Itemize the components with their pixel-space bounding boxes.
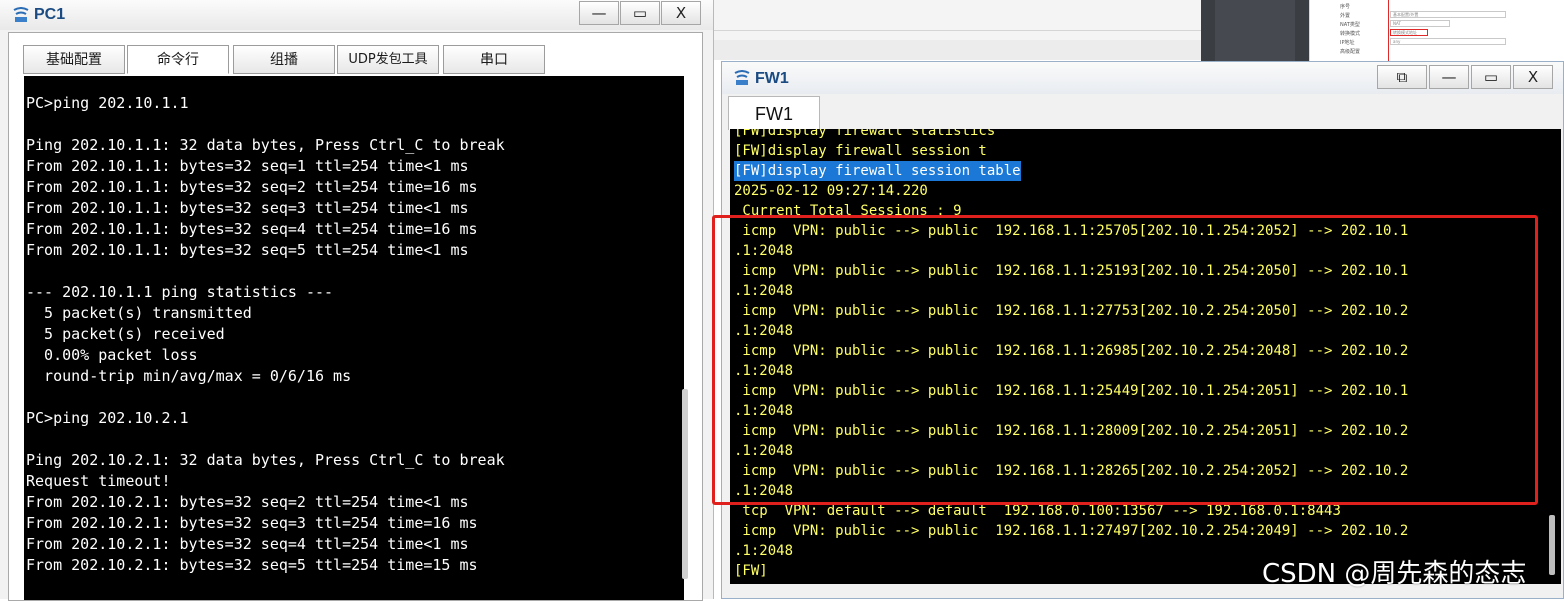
terminal-line: From 202.10.1.1: bytes=32 seq=3 ttl=254 … bbox=[26, 199, 469, 217]
terminal-line: From 202.10.1.1: bytes=32 seq=2 ttl=254 … bbox=[26, 178, 478, 196]
tab-fw1[interactable]: FW1 bbox=[728, 96, 820, 130]
terminal-line: PC>ping 202.10.2.1 bbox=[26, 409, 189, 427]
fw1-tab-bar: FW1 bbox=[722, 94, 1563, 130]
terminal-line-selected: [FW]display firewall session table bbox=[734, 161, 1021, 181]
terminal-line: [FW]display firewall statistics bbox=[734, 129, 996, 139]
terminal-line: --- 202.10.1.1 ping statistics --- bbox=[26, 283, 334, 301]
thumb-field: NAT bbox=[1390, 20, 1450, 27]
terminal-line: 0.00% packet loss bbox=[26, 346, 198, 364]
minimize-button[interactable]: — bbox=[1429, 65, 1469, 89]
fw1-titlebar[interactable]: FW1 ⧉ — ▭ X bbox=[722, 62, 1563, 94]
tab-multicast[interactable]: 组播 bbox=[233, 45, 335, 74]
thumb-field-highlight: 转换模式地址 bbox=[1390, 29, 1428, 36]
pc1-titlebar[interactable]: PC1 — ▭ X bbox=[0, 0, 713, 30]
terminal-line: round-trip min/avg/max = 0/6/16 ms bbox=[26, 367, 352, 385]
tab-basic-config[interactable]: 基础配置 bbox=[23, 45, 125, 74]
maximize-button[interactable]: ▭ bbox=[1471, 65, 1511, 89]
thumb-label: 外置 bbox=[1340, 13, 1351, 19]
terminal-line: Request timeout! bbox=[26, 472, 171, 490]
tab-udp-tool[interactable]: UDP发包工具 bbox=[337, 45, 439, 74]
thumb-field: 基本配置/外置 bbox=[1390, 11, 1506, 18]
terminal-line: From 202.10.2.1: bytes=32 seq=4 ttl=254 … bbox=[26, 535, 469, 553]
pc1-scrollbar[interactable] bbox=[682, 389, 688, 579]
maximize-button[interactable]: ▭ bbox=[620, 1, 660, 25]
terminal-line: From 202.10.2.1: bytes=32 seq=2 ttl=254 … bbox=[26, 493, 469, 511]
terminal-line: From 202.10.1.1: bytes=32 seq=1 ttl=254 … bbox=[26, 157, 469, 175]
app-icon bbox=[733, 70, 751, 86]
thumb-field: any bbox=[1390, 38, 1506, 45]
window-title: FW1 bbox=[755, 70, 789, 87]
pc1-content: 基础配置 命令行 组播 UDP发包工具 串口 PC>ping 202.10.1.… bbox=[8, 32, 703, 601]
background-config-thumbnail: 序号 外置 NAT类型 转换模式 IP地址 高级配置 基本配置/外置 NAT 转… bbox=[1309, 0, 1564, 62]
highlight-annotation-box bbox=[712, 215, 1538, 505]
thumb-label: IP地址 bbox=[1340, 40, 1355, 46]
terminal-line: .1:2048 bbox=[734, 543, 794, 559]
terminal-line: [FW] bbox=[734, 563, 768, 579]
app-icon bbox=[12, 7, 30, 23]
tab-command-line[interactable]: 命令行 bbox=[127, 45, 229, 74]
thumb-label: 序号 bbox=[1340, 4, 1351, 10]
window-title: PC1 bbox=[34, 6, 66, 23]
restore-button[interactable]: ⧉ bbox=[1377, 65, 1427, 89]
close-button[interactable]: X bbox=[1513, 65, 1553, 89]
pc1-terminal[interactable]: PC>ping 202.10.1.1 Ping 202.10.1.1: 32 d… bbox=[24, 76, 684, 600]
thumb-label: 转换模式 bbox=[1340, 31, 1361, 37]
thumb-label: NAT类型 bbox=[1340, 22, 1360, 28]
background-window-strip bbox=[714, 0, 1201, 60]
close-button[interactable]: X bbox=[661, 1, 701, 25]
terminal-line: From 202.10.1.1: bytes=32 seq=5 ttl=254 … bbox=[26, 241, 469, 259]
terminal-line: [FW]display firewall session t bbox=[734, 143, 987, 159]
minimize-button[interactable]: — bbox=[579, 1, 619, 25]
terminal-line: 2025-02-12 09:27:14.220 bbox=[734, 183, 928, 199]
terminal-line: From 202.10.2.1: bytes=32 seq=5 ttl=254 … bbox=[26, 556, 478, 574]
thumb-label: 高级配置 bbox=[1340, 49, 1361, 55]
terminal-line: 5 packet(s) received bbox=[26, 325, 225, 343]
terminal-line: From 202.10.1.1: bytes=32 seq=4 ttl=254 … bbox=[26, 220, 478, 238]
terminal-line: 5 packet(s) transmitted bbox=[26, 304, 252, 322]
tab-serial-port[interactable]: 串口 bbox=[443, 45, 545, 74]
terminal-line: From 202.10.2.1: bytes=32 seq=3 ttl=254 … bbox=[26, 514, 478, 532]
watermark: CSDN @周先森的态志 bbox=[1262, 559, 1527, 589]
terminal-line: Ping 202.10.2.1: 32 data bytes, Press Ct… bbox=[26, 451, 505, 469]
terminal-line: icmp VPN: public --> public 192.168.1.1:… bbox=[734, 523, 1409, 539]
terminal-line: PC>ping 202.10.1.1 bbox=[26, 94, 189, 112]
fw1-scrollbar[interactable] bbox=[1549, 515, 1555, 575]
pc1-window: PC1 — ▭ X 基础配置 命令行 组播 UDP发包工具 串口 PC>ping… bbox=[0, 0, 714, 601]
terminal-line: Ping 202.10.1.1: 32 data bytes, Press Ct… bbox=[26, 136, 505, 154]
